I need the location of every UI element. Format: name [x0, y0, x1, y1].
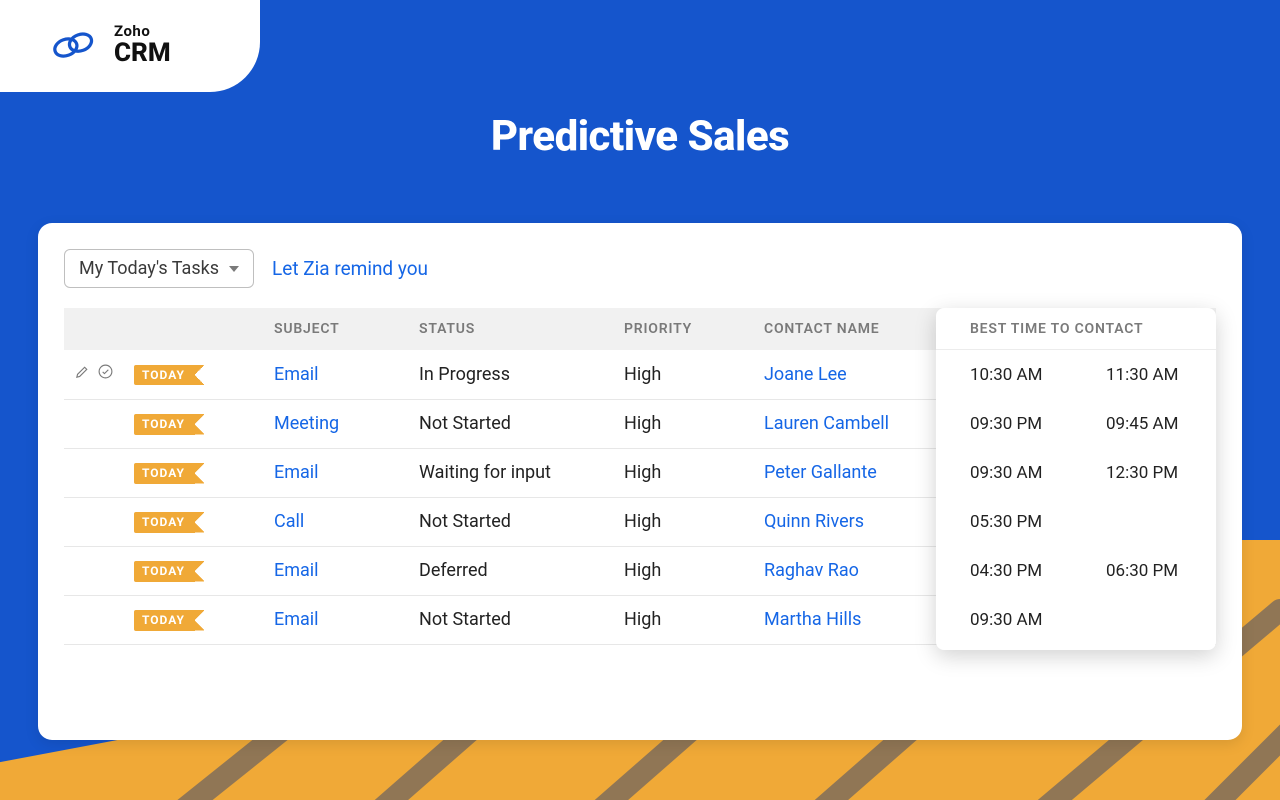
today-badge: TODAY	[134, 365, 195, 385]
best-time-row: 04:30 PM 06:30 PM	[936, 546, 1216, 595]
best-time-1: 10:30 AM	[970, 365, 1056, 385]
page-title: Predictive Sales	[0, 112, 1280, 161]
tasks-table-wrap: SUBJECT STATUS PRIORITY CONTACT NAME TOD…	[64, 308, 1216, 645]
best-time-1: 09:30 AM	[970, 463, 1056, 483]
contact-link[interactable]: Lauren Cambell	[764, 413, 889, 434]
subject-link[interactable]: Email	[274, 560, 319, 581]
brand-product: CRM	[114, 40, 171, 67]
status-cell: Deferred	[409, 546, 614, 595]
best-time-card: BEST TIME TO CONTACT 10:30 AM 11:30 AM 09:…	[936, 308, 1216, 650]
best-time-2: 09:45 AM	[1106, 414, 1192, 434]
view-dropdown-label: My Today's Tasks	[79, 258, 219, 279]
best-time-row: 09:30 AM 12:30 PM	[936, 448, 1216, 497]
priority-cell: High	[614, 350, 754, 399]
today-badge: TODAY	[134, 414, 195, 434]
contact-link[interactable]: Quinn Rivers	[764, 511, 864, 532]
zoho-crm-logo-icon	[48, 28, 100, 64]
col-header-subject[interactable]: SUBJECT	[264, 308, 409, 350]
contact-link[interactable]: Joane Lee	[764, 364, 847, 385]
priority-cell: High	[614, 595, 754, 644]
today-badge: TODAY	[134, 463, 195, 483]
priority-cell: High	[614, 448, 754, 497]
col-header-contact[interactable]: CONTACT NAME	[754, 308, 949, 350]
edit-icon[interactable]	[74, 363, 91, 385]
subject-link[interactable]: Call	[274, 511, 304, 532]
priority-cell: High	[614, 497, 754, 546]
subject-link[interactable]: Meeting	[274, 413, 339, 434]
best-time-1: 04:30 PM	[970, 561, 1056, 581]
view-dropdown[interactable]: My Today's Tasks	[64, 249, 254, 288]
col-header-status[interactable]: STATUS	[409, 308, 614, 350]
tasks-panel: My Today's Tasks Let Zia remind you SUBJ…	[38, 223, 1242, 740]
status-cell: Not Started	[409, 497, 614, 546]
best-time-1: 09:30 AM	[970, 610, 1056, 630]
best-time-row: 09:30 PM 09:45 AM	[936, 399, 1216, 448]
status-cell: In Progress	[409, 350, 614, 399]
contact-link[interactable]: Raghav Rao	[764, 560, 859, 581]
brand-logo-card: Zoho CRM	[0, 0, 260, 92]
subject-link[interactable]: Email	[274, 462, 319, 483]
status-cell: Not Started	[409, 399, 614, 448]
today-badge: TODAY	[134, 561, 195, 581]
col-header-best-time[interactable]: BEST TIME TO CONTACT	[936, 308, 1216, 350]
priority-cell: High	[614, 546, 754, 595]
check-circle-icon[interactable]	[97, 363, 114, 385]
best-time-1: 05:30 PM	[970, 512, 1056, 532]
col-header-priority[interactable]: PRIORITY	[614, 308, 754, 350]
status-cell: Not Started	[409, 595, 614, 644]
caret-down-icon	[229, 266, 239, 272]
best-time-row: 05:30 PM	[936, 497, 1216, 546]
best-time-2: 11:30 AM	[1106, 365, 1192, 385]
subject-link[interactable]: Email	[274, 364, 319, 385]
best-time-2: 06:30 PM	[1106, 561, 1192, 581]
zia-reminder-link[interactable]: Let Zia remind you	[272, 257, 428, 280]
toolbar: My Today's Tasks Let Zia remind you	[64, 249, 1216, 288]
contact-link[interactable]: Peter Gallante	[764, 462, 877, 483]
best-time-row: 09:30 AM	[936, 595, 1216, 644]
best-time-row: 10:30 AM 11:30 AM	[936, 350, 1216, 399]
status-cell: Waiting for input	[409, 448, 614, 497]
best-time-1: 09:30 PM	[970, 414, 1056, 434]
contact-link[interactable]: Martha Hills	[764, 609, 861, 630]
priority-cell: High	[614, 399, 754, 448]
subject-link[interactable]: Email	[274, 609, 319, 630]
brand-text: Zoho CRM	[114, 24, 171, 67]
best-time-2: 12:30 PM	[1106, 463, 1192, 483]
today-badge: TODAY	[134, 512, 195, 532]
today-badge: TODAY	[134, 610, 195, 630]
